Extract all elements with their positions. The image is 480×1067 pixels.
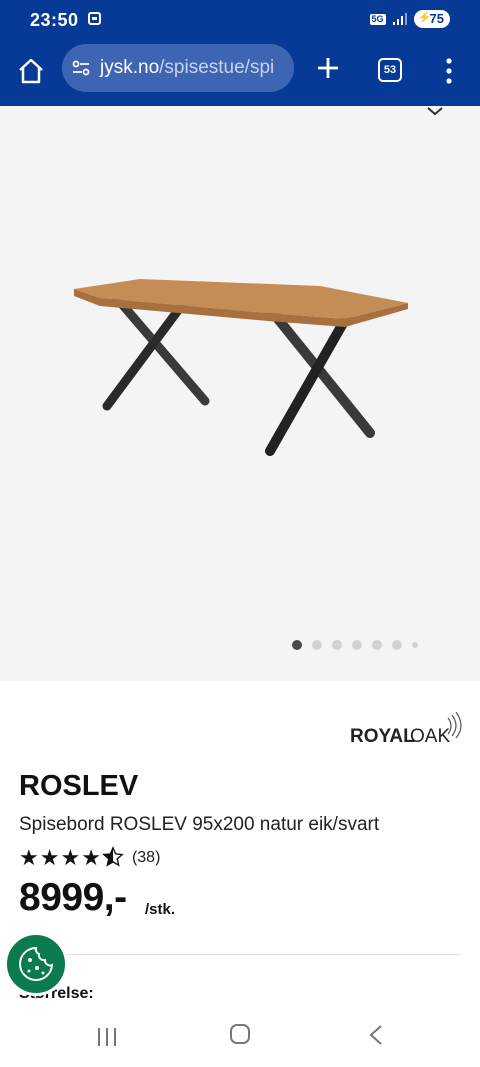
gallery-dot[interactable]	[352, 640, 362, 650]
status-time: 23:50	[30, 10, 79, 30]
cookie-icon	[19, 946, 54, 981]
status-indicators: 5G 75	[369, 10, 450, 28]
address-bar[interactable]: jysk.no/spisestue/spi	[62, 44, 294, 92]
signal-icon	[392, 13, 407, 25]
back-icon[interactable]	[368, 1024, 384, 1046]
network-type: 5G	[369, 13, 386, 25]
more-options-icon[interactable]	[444, 56, 454, 86]
gallery-dot[interactable]	[392, 640, 402, 650]
home-nav-icon[interactable]	[230, 1024, 250, 1044]
url-text: jysk.no/spisestue/spi	[100, 57, 274, 79]
star-icon: ★	[60, 845, 81, 870]
browser-toolbar: jysk.no/spisestue/spi 53	[0, 40, 480, 106]
rating-stars: ★ ★ ★ ★	[19, 846, 124, 870]
price-unit: /stk.	[145, 901, 176, 918]
star-icon: ★	[81, 845, 101, 870]
new-tab-icon[interactable]	[314, 54, 342, 82]
product-name: ROSLEV	[19, 770, 139, 802]
home-icon[interactable]	[16, 56, 46, 86]
brand-logo-oak: OAK	[410, 726, 450, 747]
system-nav-bar	[0, 1008, 480, 1067]
brand-logo-royal: ROYAL	[350, 726, 415, 747]
gallery-dot[interactable]	[312, 640, 322, 650]
tab-switcher-button[interactable]: 53	[378, 58, 402, 82]
product-rating[interactable]: ★ ★ ★ ★ (38)	[19, 846, 160, 870]
rating-count[interactable]: (38)	[132, 849, 160, 867]
url-domain: jysk.no	[100, 57, 160, 78]
product-image	[74, 279, 408, 456]
status-bar: 23:50 5G 75	[0, 0, 480, 40]
product-price: 8999,-	[19, 876, 127, 919]
gallery-dot[interactable]	[412, 642, 418, 648]
product-image-gallery[interactable]	[0, 106, 480, 681]
gallery-dot[interactable]	[332, 640, 342, 650]
star-icon: ★	[39, 845, 60, 870]
recent-apps-icon[interactable]	[96, 1026, 118, 1048]
battery-indicator: 75	[413, 10, 450, 28]
gallery-dot[interactable]	[292, 640, 302, 650]
brand-logo: ROYAL OAK	[350, 712, 462, 747]
cookie-settings-button[interactable]	[4, 932, 68, 996]
divider	[19, 954, 461, 955]
screen-record-icon	[88, 12, 101, 25]
gallery-dot[interactable]	[372, 640, 382, 650]
gallery-pagination[interactable]	[292, 640, 418, 650]
url-path: /spisestue/spi	[159, 57, 275, 78]
product-description: Spisebord ROSLEV 95x200 natur eik/svart	[19, 814, 380, 835]
chevron-down-icon[interactable]	[426, 106, 444, 116]
site-settings-icon[interactable]	[70, 57, 92, 79]
star-icon: ★	[19, 845, 39, 870]
half-star-icon	[102, 846, 124, 867]
